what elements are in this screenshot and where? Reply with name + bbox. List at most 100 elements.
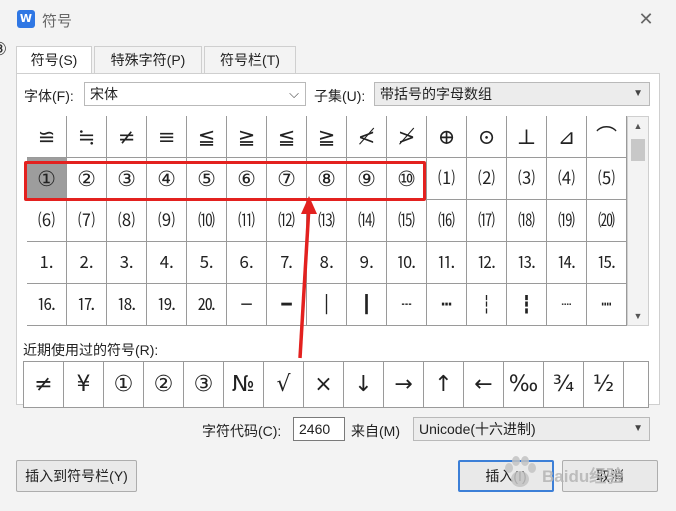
symbol-cell[interactable]: ⒅ [507, 200, 547, 242]
symbol-cell[interactable]: ≦ [187, 116, 227, 158]
symbol-cell[interactable]: ┅ [427, 284, 467, 326]
symbol-cell[interactable]: ⊿ [547, 116, 587, 158]
symbol-cell[interactable]: ┇ [507, 284, 547, 326]
symbol-cell[interactable]: ⒎ [267, 242, 307, 284]
symbol-cell[interactable]: ⑷ [547, 158, 587, 200]
symbol-cell[interactable]: ⒛ [187, 284, 227, 326]
symbol-cell[interactable]: ⒉ [67, 242, 107, 284]
recent-symbol-cell[interactable]: ½ [584, 362, 624, 407]
symbol-cell[interactable]: ⑵ [467, 158, 507, 200]
scroll-up-icon[interactable]: ▲ [628, 117, 648, 135]
symbol-cell[interactable]: ⊙ [467, 116, 507, 158]
symbol-cell[interactable]: ⒁ [347, 200, 387, 242]
symbol-cell[interactable]: ⒊ [107, 242, 147, 284]
symbol-cell[interactable]: ≦ [267, 116, 307, 158]
symbol-cell[interactable]: ⑾ [227, 200, 267, 242]
char-code-input[interactable]: 2460 [293, 417, 345, 441]
recent-symbol-cell[interactable]: × [304, 362, 344, 407]
symbol-cell[interactable]: ━ [267, 284, 307, 326]
symbol-cell[interactable]: ⒏ [307, 242, 347, 284]
recent-symbol-cell[interactable]: ② [144, 362, 184, 407]
recent-symbol-cell[interactable]: ↑ [424, 362, 464, 407]
recent-symbol-cell[interactable]: ¥ [64, 362, 104, 407]
symbol-cell[interactable]: ⒃ [427, 200, 467, 242]
symbol-cell[interactable]: ┉ [587, 284, 627, 326]
chevron-down-icon: ⌵ [289, 86, 299, 101]
symbol-cell[interactable]: ⒆ [547, 200, 587, 242]
tab-symbol-bar[interactable]: 符号栏(T) [204, 46, 296, 73]
symbol-cell[interactable]: ≌ [27, 116, 67, 158]
symbol-cell[interactable]: ─ [227, 284, 267, 326]
symbol-cell[interactable]: ≧ [227, 116, 267, 158]
symbol-cell[interactable]: ┃ [347, 284, 387, 326]
symbol-cell[interactable]: ⒔ [507, 242, 547, 284]
symbol-cell[interactable]: ⒒ [427, 242, 467, 284]
symbol-cell[interactable]: ≠ [107, 116, 147, 158]
symbol-cell[interactable]: ⒀ [307, 200, 347, 242]
symbol-cell[interactable]: ┈ [547, 284, 587, 326]
tab-symbols[interactable]: 符号(S) [16, 46, 92, 75]
symbol-cell[interactable]: ⒑ [387, 242, 427, 284]
symbol-cell[interactable]: ⑿ [267, 200, 307, 242]
cancel-button[interactable]: 取消 [562, 460, 658, 492]
symbol-cell[interactable]: ⒄ [467, 200, 507, 242]
close-icon[interactable]: ✕ [636, 9, 656, 29]
symbol-cell[interactable]: ⌒ [587, 116, 627, 158]
symbol-cell[interactable]: ⑼ [147, 200, 187, 242]
from-select-value: Unicode(十六进制) [419, 421, 536, 437]
symbol-cell[interactable]: ≧ [307, 116, 347, 158]
recent-symbol-cell[interactable]: ↓ [344, 362, 384, 407]
symbol-cell[interactable]: ⊥ [507, 116, 547, 158]
symbol-cell[interactable]: ⒈ [27, 242, 67, 284]
scroll-down-icon[interactable]: ▼ [628, 307, 648, 325]
symbol-cell[interactable]: ≯ [387, 116, 427, 158]
symbol-cell[interactable]: ⊕ [427, 116, 467, 158]
symbol-cell[interactable]: ⑻ [107, 200, 147, 242]
recent-symbol-cell[interactable]: ‰ [504, 362, 544, 407]
symbol-cell[interactable]: ⒇ [587, 200, 627, 242]
font-select[interactable]: 宋体 ⌵ [84, 82, 306, 106]
recent-symbol-cell[interactable]: ① [104, 362, 144, 407]
symbol-cell[interactable]: ⒕ [547, 242, 587, 284]
symbol-cell[interactable]: ┄ [387, 284, 427, 326]
tab-special-characters[interactable]: 特殊字符(P) [94, 46, 202, 73]
window-title: 符号 [42, 13, 73, 30]
subset-select[interactable]: 带括号的字母数组 ▼ [374, 82, 650, 106]
symbol-cell[interactable]: ⒍ [227, 242, 267, 284]
symbol-cell[interactable]: ┆ [467, 284, 507, 326]
symbol-cell[interactable]: ⒋ [147, 242, 187, 284]
symbol-cell[interactable]: ⒖ [587, 242, 627, 284]
symbol-cell[interactable]: ⒓ [467, 242, 507, 284]
wps-app-icon: W [17, 10, 35, 28]
symbol-cell[interactable]: ≡ [147, 116, 187, 158]
symbol-cell[interactable]: ⒐ [347, 242, 387, 284]
symbol-cell[interactable]: ⑶ [507, 158, 547, 200]
recent-symbol-cell[interactable]: ≠ [24, 362, 64, 407]
symbol-cell[interactable]: ⑸ [587, 158, 627, 200]
symbol-cell[interactable]: ≒ [67, 116, 107, 158]
symbol-cell[interactable]: ⒘ [67, 284, 107, 326]
recent-symbol-cell[interactable]: ← [464, 362, 504, 407]
symbol-cell[interactable]: ⒌ [187, 242, 227, 284]
symbol-cell[interactable]: ⒙ [107, 284, 147, 326]
recent-symbol-cell[interactable]: → [384, 362, 424, 407]
recent-symbol-cell[interactable]: ③ [184, 362, 224, 407]
scroll-thumb[interactable] [631, 139, 645, 161]
symbol-cell[interactable]: ≮ [347, 116, 387, 158]
symbol-cell[interactable]: ⑺ [67, 200, 107, 242]
symbol-cell[interactable]: │ [307, 284, 347, 326]
insert-to-symbol-bar-button[interactable]: 插入到符号栏(Y) [16, 460, 137, 492]
symbol-cell[interactable]: ⑽ [187, 200, 227, 242]
symbol-cell[interactable]: ⒂ [387, 200, 427, 242]
recent-symbol-cell[interactable]: ¾ [544, 362, 584, 407]
from-select[interactable]: Unicode(十六进制) ▼ [413, 417, 650, 441]
symbol-cell[interactable]: ⒗ [27, 284, 67, 326]
symbol-cell[interactable]: ⒚ [147, 284, 187, 326]
symbol-cell[interactable]: ⑹ [27, 200, 67, 242]
insert-button[interactable]: 插入(I) [458, 460, 554, 492]
title-bar: W 符号 ✕ [0, 0, 676, 38]
symbol-cell[interactable]: ⑴ [427, 158, 467, 200]
recent-symbol-cell[interactable]: № [224, 362, 264, 407]
recent-symbol-cell[interactable]: √ [264, 362, 304, 407]
symbol-grid-scrollbar[interactable]: ▲ ▼ [627, 116, 649, 326]
